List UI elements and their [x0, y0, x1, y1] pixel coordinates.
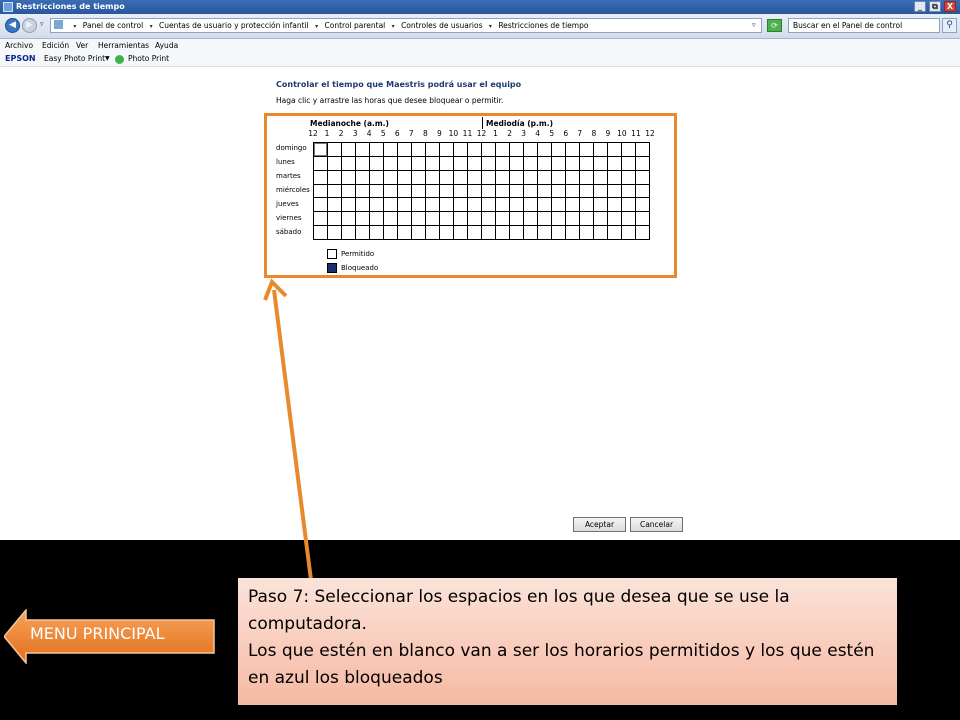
callout-explanation: Los que estén en blanco van a ser los ho… — [248, 641, 875, 688]
callout-step: Paso 7: Seleccionar los espacios en los … — [248, 587, 790, 634]
menu-principal-label[interactable]: MENU PRINCIPAL — [30, 624, 165, 643]
arrow-shaft — [272, 289, 313, 581]
instruction-callout: Paso 7: Seleccionar los espacios en los … — [238, 578, 897, 705]
